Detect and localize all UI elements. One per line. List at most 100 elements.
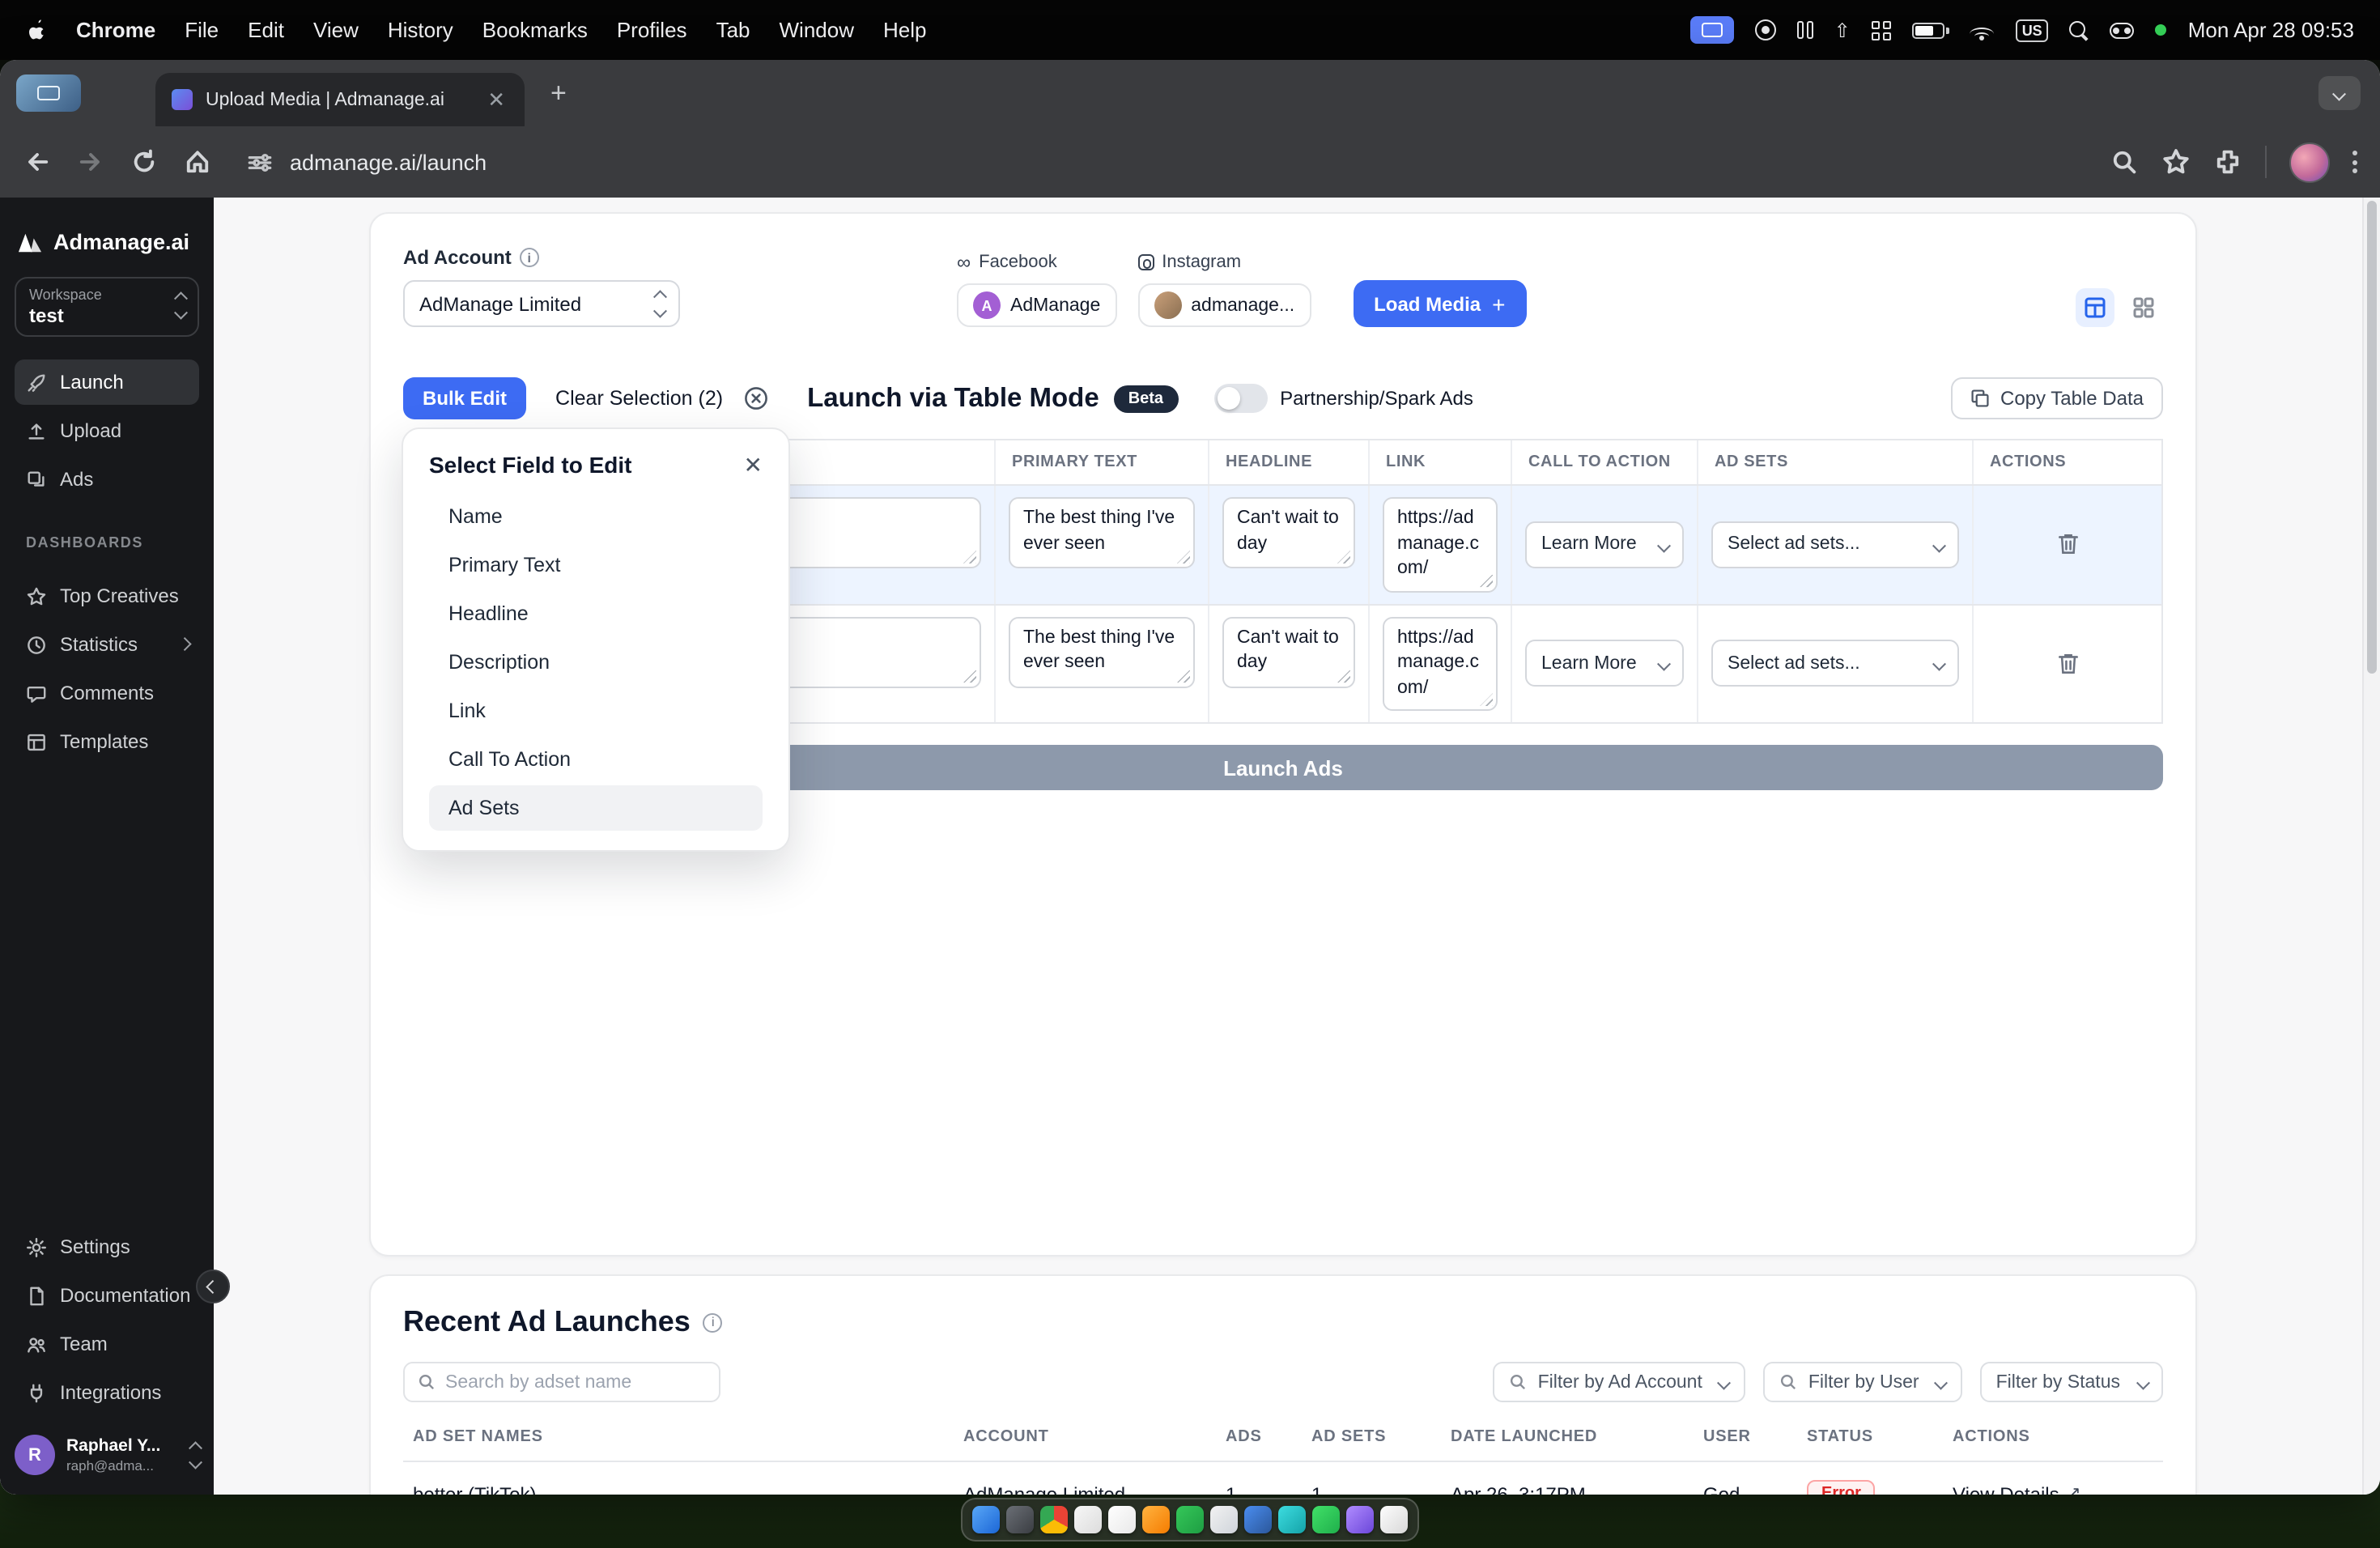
instagram-account-pill[interactable]: admanage... <box>1137 283 1311 327</box>
load-media-button[interactable]: Load Media + <box>1353 280 1527 327</box>
bulk-edit-button[interactable]: Bulk Edit <box>403 377 527 419</box>
dock-app-9-icon[interactable] <box>1244 1506 1272 1533</box>
ad-sets-select[interactable]: Select ad sets... <box>1711 640 1959 687</box>
deselect-icon[interactable] <box>742 385 768 411</box>
screen-mirroring-icon[interactable] <box>1689 16 1734 44</box>
filter-ad-account-select[interactable]: Filter by Ad Account <box>1492 1362 1745 1402</box>
dock-app-1-icon[interactable] <box>972 1506 1000 1533</box>
clear-selection-button[interactable]: Clear Selection (2) <box>555 387 723 410</box>
new-tab-button[interactable]: + <box>541 77 576 109</box>
sidebar-item-comments[interactable]: Comments <box>15 670 199 716</box>
site-settings-icon[interactable] <box>246 148 274 176</box>
filter-user-select[interactable]: Filter by User <box>1762 1362 1962 1402</box>
control-center-icon[interactable] <box>2110 22 2135 38</box>
headline-textarea[interactable]: Can't wait today <box>1222 497 1355 568</box>
primary-text-textarea[interactable]: The best thing I've ever seen <box>1009 497 1195 568</box>
headline-textarea[interactable]: Can't wait today <box>1222 616 1355 688</box>
screen-record-icon[interactable] <box>1754 19 1776 40</box>
dock-app-3-icon[interactable] <box>1040 1506 1068 1533</box>
dock-app-8-icon[interactable] <box>1210 1506 1238 1533</box>
ad-sets-select[interactable]: Select ad sets... <box>1711 521 1959 568</box>
menu-help[interactable]: Help <box>883 18 927 42</box>
menu-view[interactable]: View <box>313 18 359 42</box>
dock-app-11-icon[interactable] <box>1312 1506 1340 1533</box>
url-text[interactable]: admanage.ai/launch <box>290 150 487 174</box>
sidebar-item-upload[interactable]: Upload <box>15 408 199 453</box>
menu-history[interactable]: History <box>388 18 453 42</box>
input-source-badge[interactable]: US <box>2015 19 2049 41</box>
cta-select[interactable]: Learn More <box>1525 521 1684 568</box>
trash-icon[interactable] <box>2055 651 2080 677</box>
sidebar-item-statistics[interactable]: Statistics <box>15 622 199 667</box>
user-menu[interactable]: R Raphael Y... raph@adma... <box>15 1435 202 1475</box>
dock-app-5-icon[interactable] <box>1108 1506 1136 1533</box>
sidebar-item-top-creatives[interactable]: Top Creatives <box>15 573 199 619</box>
popup-option-call-to-action[interactable]: Call To Action <box>429 737 763 782</box>
tab-close-icon[interactable]: ✕ <box>484 86 508 113</box>
tab-overflow-button[interactable] <box>2318 76 2361 110</box>
view-details-link[interactable]: View Details ↗ <box>1953 1482 2080 1495</box>
bookmark-star-icon[interactable] <box>2161 147 2191 176</box>
primary-text-textarea[interactable]: The best thing I've ever seen <box>1009 616 1195 688</box>
close-icon[interactable]: ✕ <box>744 453 763 476</box>
sidebar-item-launch[interactable]: Launch <box>15 359 199 405</box>
menu-edit[interactable]: Edit <box>248 18 284 42</box>
menubar-app-name[interactable]: Chrome <box>76 18 155 42</box>
sidebar-item-templates[interactable]: Templates <box>15 719 199 764</box>
menu-bookmarks[interactable]: Bookmarks <box>482 18 588 42</box>
omnibox[interactable]: admanage.ai/launch <box>246 148 2085 176</box>
dock-app-2-icon[interactable] <box>1006 1506 1034 1533</box>
popup-option-headline[interactable]: Headline <box>429 591 763 636</box>
browser-profile-chip[interactable] <box>16 74 81 112</box>
facebook-account-pill[interactable]: A AdManage <box>957 283 1117 327</box>
window-tiling-icon[interactable] <box>1796 21 1813 39</box>
partnership-toggle[interactable] <box>1213 384 1268 413</box>
app-grid-icon[interactable] <box>1871 20 1891 40</box>
search-icon[interactable] <box>2110 147 2139 176</box>
info-icon[interactable]: i <box>519 248 539 267</box>
battery-icon[interactable] <box>1911 22 1949 38</box>
cta-select[interactable]: Learn More <box>1525 640 1684 687</box>
adset-search[interactable] <box>403 1362 720 1402</box>
sidebar-item-team[interactable]: Team <box>15 1321 199 1367</box>
dock-app-12-icon[interactable] <box>1346 1506 1374 1533</box>
link-textarea[interactable]: https://admanage.com/ <box>1383 616 1498 712</box>
wifi-icon[interactable] <box>1970 20 1995 40</box>
popup-option-primary-text[interactable]: Primary Text <box>429 542 763 588</box>
link-textarea[interactable]: https://admanage.com/ <box>1383 497 1498 593</box>
sidebar-collapse-button[interactable] <box>196 1269 230 1303</box>
dock-app-13-icon[interactable] <box>1380 1506 1408 1533</box>
adset-search-input[interactable] <box>445 1372 706 1392</box>
popup-option-ad-sets[interactable]: Ad Sets <box>429 785 763 831</box>
popup-option-name[interactable]: Name <box>429 494 763 539</box>
back-button[interactable] <box>23 147 52 176</box>
menubar-clock[interactable]: Mon Apr 28 09:53 <box>2188 18 2354 42</box>
trash-icon[interactable] <box>2055 532 2080 558</box>
sidebar-item-documentation[interactable]: Documentation <box>15 1273 199 1318</box>
reload-button[interactable] <box>130 147 159 176</box>
home-button[interactable] <box>183 147 212 176</box>
dock-app-4-icon[interactable] <box>1074 1506 1102 1533</box>
scrollbar-thumb[interactable] <box>2367 201 2377 674</box>
copy-table-data-button[interactable]: Copy Table Data <box>1950 377 2163 419</box>
apple-logo-icon[interactable] <box>26 18 47 42</box>
dock-app-7-icon[interactable] <box>1176 1506 1204 1533</box>
brand[interactable]: Admanage.ai <box>15 230 199 254</box>
cursor-status-icon[interactable]: ⇧ <box>1834 19 1851 41</box>
sidebar-item-settings[interactable]: Settings <box>15 1224 199 1269</box>
grid-view-toggle[interactable] <box>2124 288 2163 327</box>
browser-avatar[interactable] <box>2289 142 2330 182</box>
menu-profiles[interactable]: Profiles <box>617 18 687 42</box>
dock-app-6-icon[interactable] <box>1142 1506 1170 1533</box>
page-scrollbar[interactable] <box>2362 198 2380 1495</box>
table-view-toggle[interactable] <box>2076 288 2114 327</box>
browser-tab[interactable]: Upload Media | Admanage.ai ✕ <box>155 73 525 126</box>
menu-tab[interactable]: Tab <box>716 18 750 42</box>
popup-option-description[interactable]: Description <box>429 640 763 685</box>
ad-account-select[interactable]: AdManage Limited <box>403 280 680 327</box>
extensions-icon[interactable] <box>2213 147 2242 176</box>
spotlight-icon[interactable] <box>2069 20 2089 40</box>
menu-window[interactable]: Window <box>780 18 855 42</box>
filter-status-select[interactable]: Filter by Status <box>1979 1362 2163 1402</box>
forward-button[interactable] <box>76 147 105 176</box>
